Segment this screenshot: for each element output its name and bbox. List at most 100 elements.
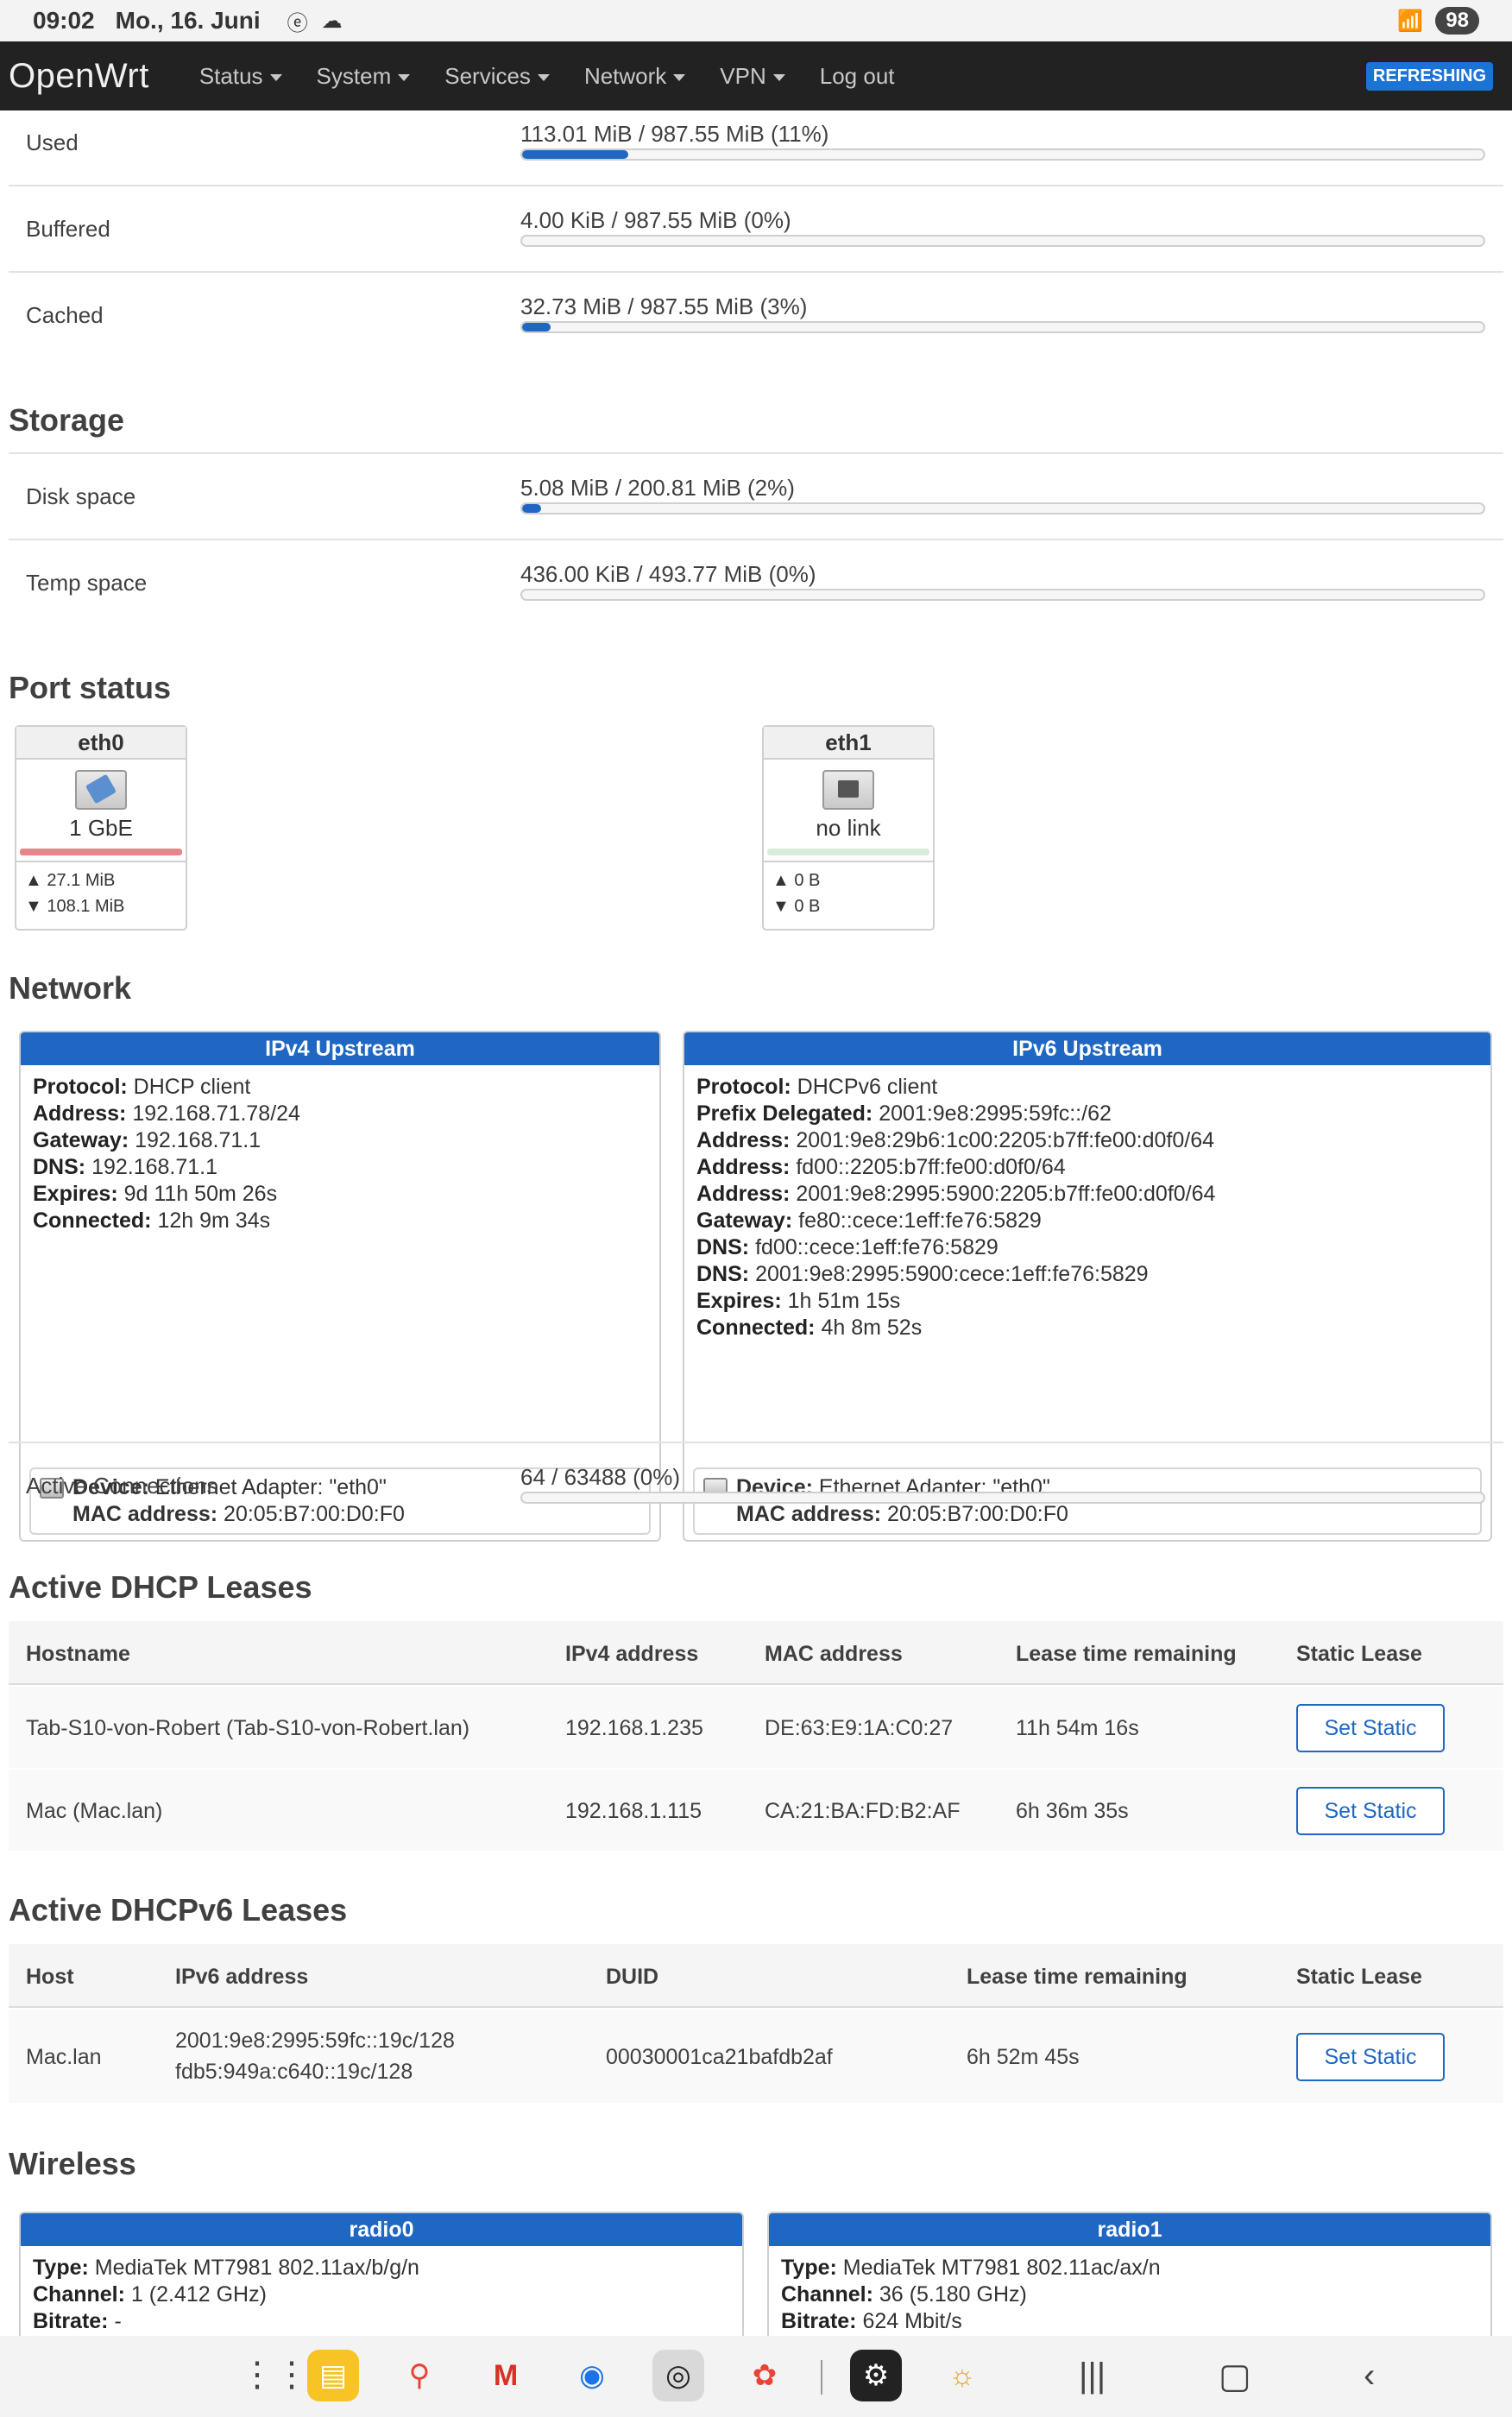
home-icon[interactable]: ▢	[1219, 2357, 1251, 2396]
info-value: fd00::2205:b7ff:fe00:d0f0/64	[796, 1155, 1066, 1179]
progress-bar	[520, 235, 1485, 247]
progress-bar	[520, 1492, 1485, 1504]
info-key: Connected:	[696, 1316, 816, 1340]
col-ipv6: IPv6 address	[175, 1965, 309, 1989]
info-line: Address: 2001:9e8:2995:5900:2205:b7ff:fe…	[696, 1181, 1478, 1208]
date: Mo., 16. Juni	[115, 7, 261, 34]
nav-vpn[interactable]: VPN	[720, 62, 785, 90]
table-row: Mac (Mac.lan) 192.168.1.115 CA:21:BA:FD:…	[9, 1770, 1503, 1852]
progress-bar	[520, 502, 1485, 514]
info-line: Channel: 1 (2.412 GHz)	[33, 2281, 730, 2308]
nav-status[interactable]: Status	[199, 63, 282, 90]
settings-app-icon[interactable]: ⚙	[850, 2350, 902, 2401]
info-line: Protocol: DHCP client	[33, 1074, 647, 1101]
row-label: Active Connections	[26, 1473, 218, 1499]
caret-down-icon	[673, 73, 686, 81]
port-link-indicator	[20, 849, 182, 855]
brand-logo[interactable]: OpenWrt	[9, 57, 149, 96]
cell-ipv4: 192.168.1.235	[565, 1716, 703, 1740]
info-value: fe80::cece:1eff:fe76:5829	[798, 1208, 1042, 1233]
port-link-indicator	[767, 849, 929, 855]
info-key: Channel:	[33, 2282, 125, 2307]
col-lease: Lease time remaining	[1016, 1642, 1237, 1666]
cell-host: Mac.lan	[26, 2045, 102, 2069]
info-key: Prefix Delegated:	[696, 1101, 873, 1126]
nav-label: VPN	[720, 62, 766, 89]
cell-ipv4: 192.168.1.115	[565, 1799, 702, 1823]
recents-icon[interactable]: |||	[1079, 2357, 1106, 2395]
maps-app-icon[interactable]: ⚲	[394, 2350, 445, 2401]
info-line: Type: MediaTek MT7981 802.11ac/ax/n	[781, 2255, 1478, 2281]
info-value: DHCPv6 client	[797, 1075, 938, 1099]
caret-down-icon	[398, 73, 411, 81]
progress-fill	[522, 323, 551, 331]
progress-fill	[522, 150, 628, 159]
row-label: Buffered	[26, 216, 110, 242]
info-value: -	[114, 2309, 122, 2333]
nav-label: Network	[583, 62, 667, 89]
port-rx: ▼ 0 B	[772, 897, 821, 916]
port-name: eth0	[16, 727, 186, 760]
info-key: Channel:	[781, 2282, 873, 2307]
photos-app-icon[interactable]: ✿	[739, 2350, 791, 2401]
info-value: MediaTek MT7981 802.11ax/b/g/n	[94, 2256, 419, 2280]
info-value: 12h 9m 34s	[157, 1208, 271, 1233]
android-status-bar: 09:02 Mo., 16. Juni ⓔ ☁ 📶 98	[0, 0, 1512, 41]
port-name: eth1	[764, 727, 933, 760]
row-value: 436.00 KiB / 493.77 MiB (0%)	[520, 561, 816, 587]
caret-down-icon	[537, 73, 550, 81]
info-key: Connected:	[33, 1208, 152, 1233]
weather-app-icon[interactable]: ☼	[936, 2350, 988, 2401]
back-icon[interactable]: ‹	[1364, 2357, 1375, 2395]
info-key: DNS:	[696, 1262, 750, 1286]
caret-down-icon	[269, 73, 282, 81]
cell-hostname: Tab-S10-von-Robert (Tab-S10-von-Robert.l…	[26, 1716, 470, 1740]
info-value: DHCP client	[133, 1075, 251, 1099]
files-app-icon[interactable]: ▤	[307, 2350, 359, 2401]
accessibility-icon: ⓔ	[287, 11, 308, 35]
table-row: Tab-S10-von-Robert (Tab-S10-von-Robert.l…	[9, 1687, 1503, 1770]
panel-title: radio0	[21, 2213, 742, 2246]
info-value: fd00::cece:1eff:fe76:5829	[755, 1235, 999, 1259]
row-value: 64 / 63488 (0%)	[520, 1464, 681, 1490]
ethernet-port-icon	[822, 770, 874, 810]
panel-body: Type: MediaTek MT7981 802.11ac/ax/n Chann…	[769, 2246, 1490, 2344]
col-ipv4: IPv4 address	[565, 1642, 699, 1666]
info-key: Address:	[696, 1128, 791, 1152]
progress-fill	[522, 504, 542, 513]
gmail-app-icon[interactable]: M	[480, 2350, 532, 2401]
disk-space-row: Disk space 5.08 MiB / 200.81 MiB (2%)	[9, 454, 1503, 540]
progress-bar	[520, 148, 1485, 161]
info-line: Expires: 9d 11h 50m 26s	[33, 1181, 647, 1208]
battery-level: 98	[1435, 7, 1479, 35]
row-label: Temp space	[26, 570, 148, 596]
temp-space-row: Temp space 436.00 KiB / 493.77 MiB (0%)	[9, 540, 1503, 627]
openwrt-header: OpenWrt Status System Services Network V…	[0, 41, 1512, 110]
info-key: Type:	[33, 2256, 89, 2280]
row-value: 113.01 MiB / 987.55 MiB (11%)	[520, 121, 829, 147]
nav-system[interactable]: System	[317, 63, 411, 90]
camera-app-icon[interactable]: ◎	[652, 2350, 704, 2401]
set-static-button[interactable]: Set Static	[1296, 2033, 1445, 2081]
col-duid: DUID	[606, 1965, 659, 1989]
refreshing-badge[interactable]: REFRESHING	[1365, 61, 1493, 91]
info-value: 192.168.71.78/24	[132, 1101, 300, 1126]
nav-label: Services	[444, 62, 531, 89]
info-line: DNS: 2001:9e8:2995:5900:cece:1eff:fe76:5…	[696, 1261, 1478, 1288]
set-static-button[interactable]: Set Static	[1296, 1704, 1445, 1752]
active-connections-row: Active Connections 64 / 63488 (0%)	[9, 1443, 1503, 1530]
panel-title: IPv6 Upstream	[684, 1032, 1490, 1065]
nav-label: System	[316, 62, 392, 89]
section-title-wireless: Wireless	[9, 2146, 136, 2181]
section-title-port-status: Port status	[9, 670, 172, 705]
chrome-app-icon[interactable]: ◉	[566, 2350, 618, 2401]
nav-logout[interactable]: Log out	[820, 63, 895, 90]
info-key: Address:	[33, 1101, 127, 1126]
nav-services[interactable]: Services	[444, 63, 550, 90]
nav-network[interactable]: Network	[583, 62, 686, 90]
info-line: Bitrate: -	[33, 2308, 730, 2335]
set-static-button[interactable]: Set Static	[1296, 1787, 1445, 1835]
info-line: Bitrate: 624 Mbit/s	[781, 2308, 1478, 2335]
info-value: 9d 11h 50m 26s	[123, 1182, 278, 1206]
port-rx: ▼ 108.1 MiB	[25, 897, 125, 916]
